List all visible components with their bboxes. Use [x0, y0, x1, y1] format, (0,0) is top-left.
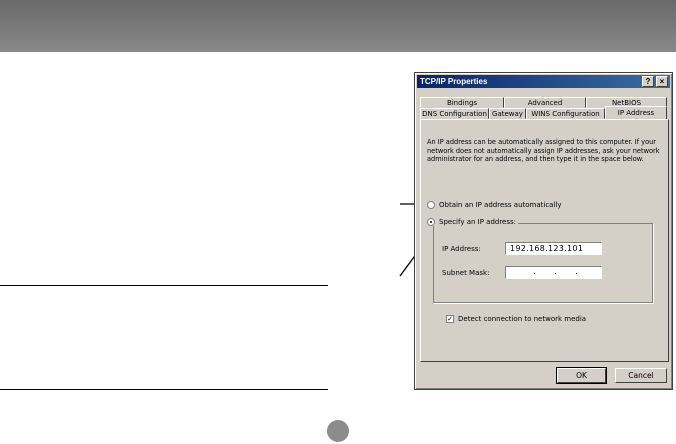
tab-bindings[interactable]: Bindings: [420, 97, 504, 108]
specify-ip-groupbox: [433, 223, 653, 303]
divider-line: [0, 389, 328, 390]
ip-address-panel: An IP address can be automatically assig…: [420, 119, 669, 362]
radio-specify-ip[interactable]: Specify an IP address:: [427, 218, 519, 226]
radio-selected-icon[interactable]: [427, 218, 435, 226]
tcpip-properties-dialog: TCP/IP Properties ? × Bindings Advanced …: [414, 72, 673, 390]
tab-advanced[interactable]: Advanced: [504, 97, 586, 108]
detect-connection-label: Detect connection to network media: [458, 315, 587, 323]
ip-address-input[interactable]: 192.168.123.101: [505, 242, 602, 255]
ok-button[interactable]: OK: [556, 367, 607, 384]
radio-obtain-auto[interactable]: Obtain an IP address automatically: [427, 201, 562, 209]
header-band: [0, 0, 676, 52]
ip-description: An IP address can be automatically assig…: [427, 138, 660, 164]
tab-gateway[interactable]: Gateway: [489, 108, 526, 119]
page-marker: [327, 420, 349, 442]
subnet-mask-label: Subnet Mask:: [442, 269, 490, 277]
help-button[interactable]: ?: [642, 76, 654, 87]
tab-row-front: DNS Configuration Gateway WINS Configura…: [420, 106, 667, 119]
tab-ip-address[interactable]: IP Address: [605, 106, 667, 119]
ip-address-label: IP Address:: [442, 245, 481, 253]
cancel-button[interactable]: Cancel: [615, 368, 667, 383]
tab-wins-configuration[interactable]: WINS Configuration: [526, 108, 605, 119]
dialog-title: TCP/IP Properties: [420, 77, 488, 86]
subnet-mask-value: ...: [533, 267, 578, 276]
tab-dns-configuration[interactable]: DNS Configuration: [420, 108, 489, 119]
radio-specify-ip-label: Specify an IP address:: [439, 218, 517, 226]
checkmark-icon[interactable]: ✓: [446, 315, 454, 323]
radio-circle-icon[interactable]: [427, 201, 435, 209]
radio-obtain-auto-label: Obtain an IP address automatically: [439, 201, 562, 209]
detect-connection-checkbox[interactable]: ✓ Detect connection to network media: [446, 315, 586, 323]
dialog-titlebar[interactable]: TCP/IP Properties ? ×: [417, 75, 670, 88]
subnet-mask-input[interactable]: ...: [505, 266, 602, 279]
close-button[interactable]: ×: [656, 76, 668, 87]
divider-line: [0, 285, 328, 286]
